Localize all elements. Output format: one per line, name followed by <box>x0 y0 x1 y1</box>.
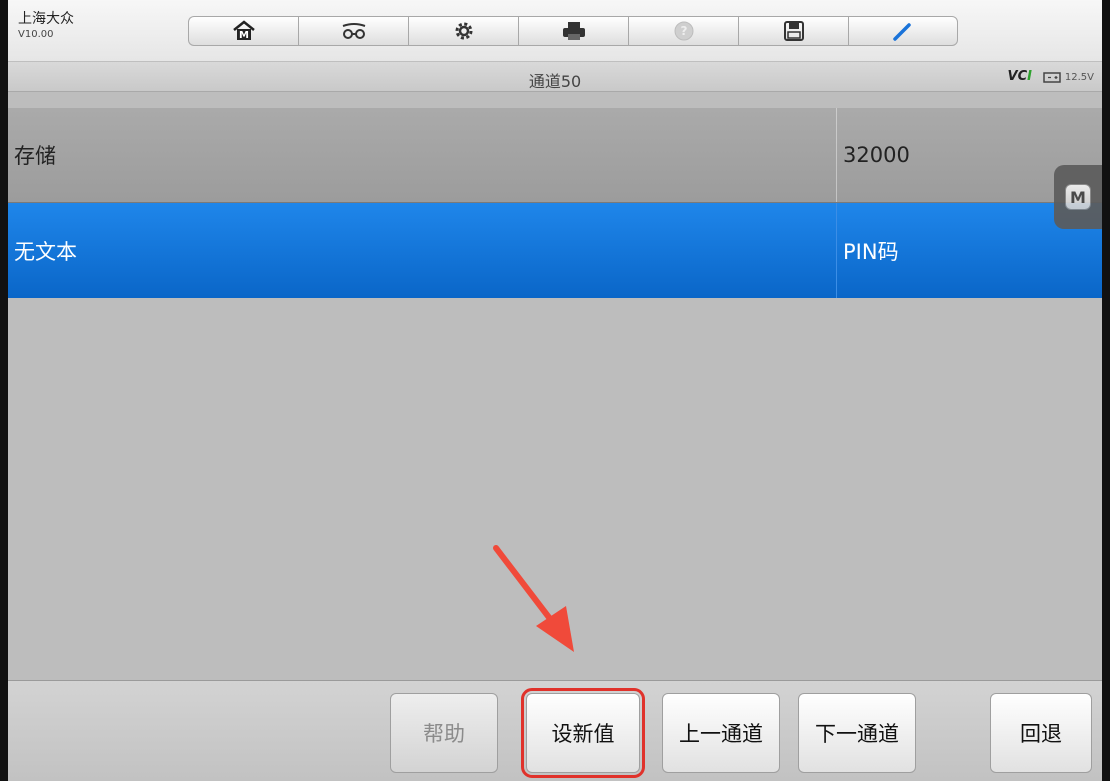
menu-m-icon: M <box>1065 184 1091 210</box>
channel-title: 通道50 <box>528 72 582 91</box>
floating-menu-button[interactable]: M <box>1054 165 1102 229</box>
svg-text:M: M <box>239 30 249 41</box>
save-icon <box>783 20 805 42</box>
vci-label: VC <box>1007 69 1028 84</box>
battery-voltage: 12.5V <box>1064 72 1094 83</box>
row-label: 存储 <box>14 144 56 168</box>
printer-icon <box>561 20 587 42</box>
battery-status: 12.5V <box>1043 68 1094 87</box>
red-arrow-annotation <box>488 540 588 664</box>
set-new-value-button[interactable]: 设新值 <box>521 688 645 778</box>
vehicle-tools-icon <box>340 20 368 42</box>
battery-icon <box>1043 68 1061 87</box>
vehicle-tools-button[interactable] <box>298 16 408 46</box>
toolbar-buttons: M ? <box>188 16 958 46</box>
previous-channel-button[interactable]: 上一通道 <box>662 693 780 773</box>
help-toolbar-button[interactable]: ? <box>628 16 738 46</box>
edit-button[interactable] <box>848 16 958 46</box>
app-screen: 上海大众 V10.00 M ? 通道50 VCI 12.5V 存储 32000 … <box>0 0 1110 781</box>
next-channel-button[interactable]: 下一通道 <box>798 693 916 773</box>
version-label: V10.00 <box>18 29 54 40</box>
gear-icon <box>452 19 476 43</box>
data-table: 存储 32000 无文本 PIN码 <box>8 108 1102 298</box>
back-button[interactable]: 回退 <box>990 693 1092 773</box>
bottom-action-bar: 帮助 设新值 上一通道 下一通道 回退 <box>8 680 1102 781</box>
status-bar: 通道50 VCI 12.5V <box>8 62 1102 92</box>
home-button[interactable]: M <box>188 16 298 46</box>
top-toolbar: 上海大众 V10.00 M ? <box>8 0 1102 62</box>
row-label: 无文本 <box>14 239 77 264</box>
save-button[interactable] <box>738 16 848 46</box>
table-row-selected[interactable]: 无文本 PIN码 <box>8 203 1102 298</box>
table-row[interactable]: 存储 32000 <box>8 108 1102 203</box>
settings-button[interactable] <box>408 16 518 46</box>
vci-connected-indicator: I <box>1027 69 1032 84</box>
help-button[interactable]: 帮助 <box>390 693 498 773</box>
vci-status: VCI <box>1008 69 1032 84</box>
brand-title: 上海大众 <box>18 11 74 27</box>
home-icon: M <box>232 20 256 42</box>
print-button[interactable] <box>518 16 628 46</box>
brand-block: 上海大众 V10.00 <box>18 10 138 42</box>
help-icon: ? <box>673 20 695 42</box>
pen-icon <box>891 19 915 43</box>
svg-text:?: ? <box>680 24 687 38</box>
